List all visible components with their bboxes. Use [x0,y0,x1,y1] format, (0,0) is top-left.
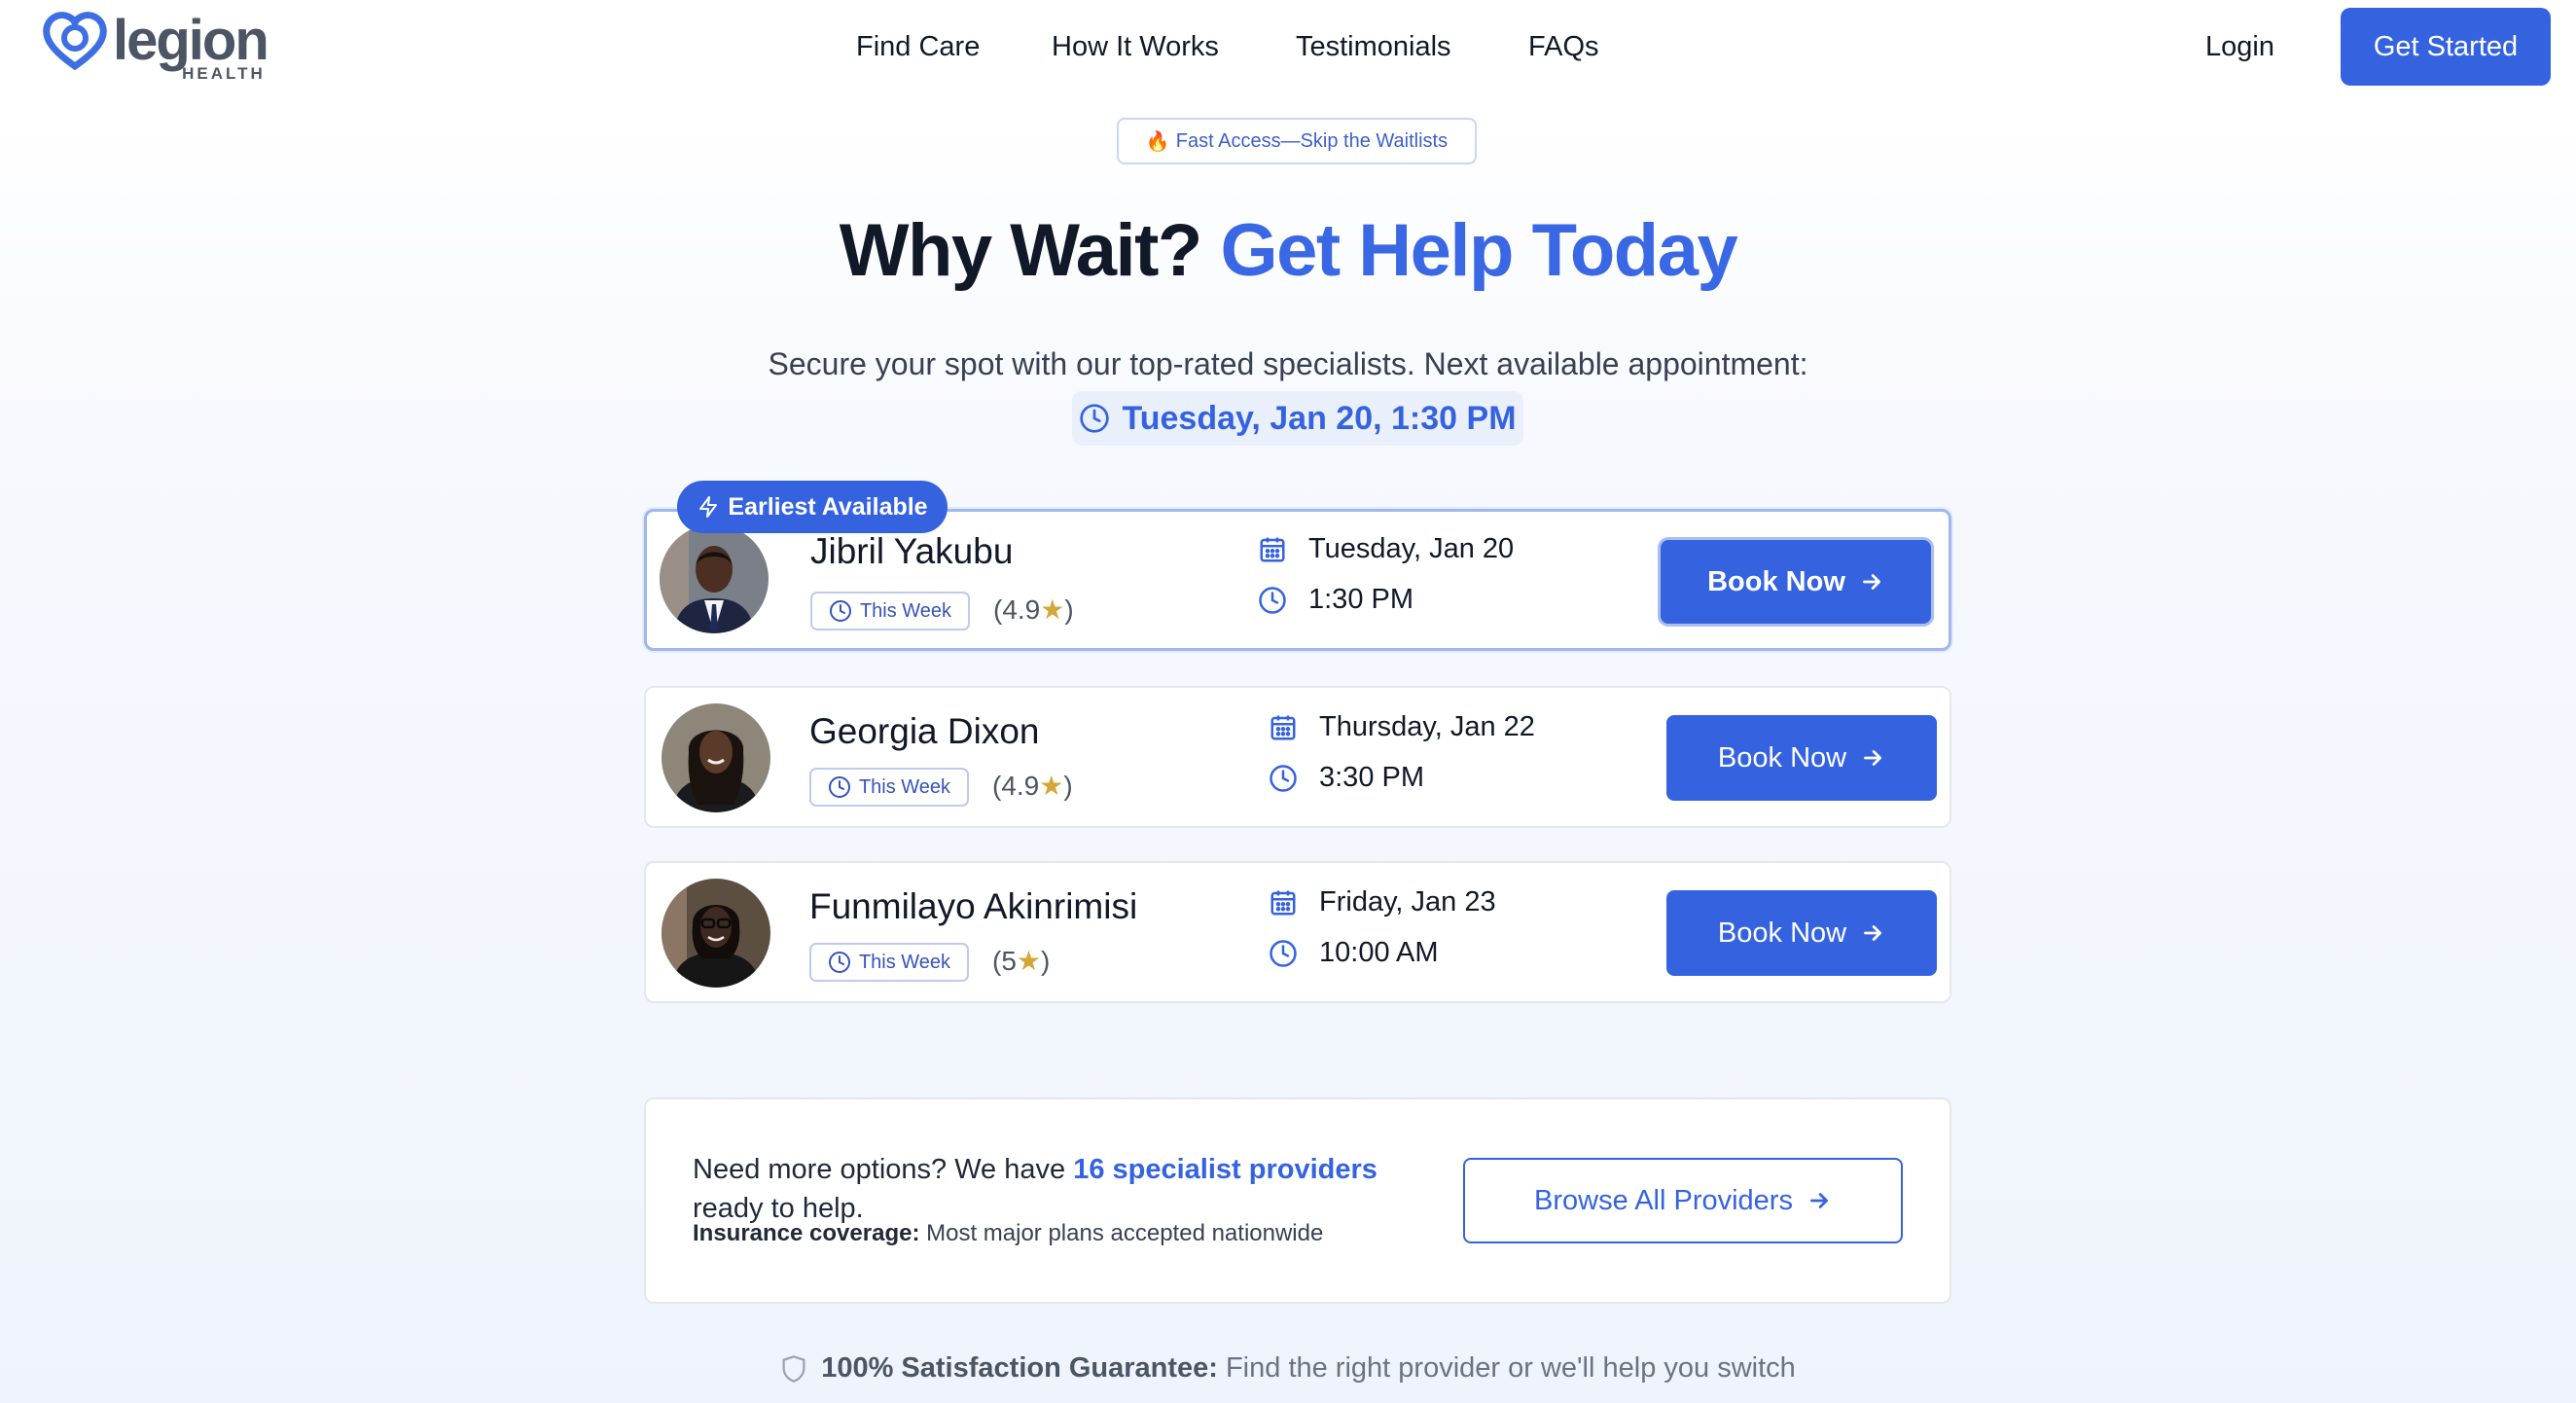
appointment-time: 3:30 PM [1269,762,1424,794]
clock-icon [1080,404,1110,433]
earliest-available-badge: Earliest Available [677,481,948,533]
book-now-label: Book Now [1707,565,1845,597]
headline-dark: Why Wait? [839,209,1221,292]
rating-value: (4.9 [993,594,1041,625]
rating-value: (4.9 [992,771,1040,801]
star-icon: ★ [1039,771,1064,801]
appointment-time-text: 10:00 AM [1319,937,1439,968]
star-icon: ★ [1016,946,1042,976]
provider-rating: (4.9★) [993,594,1074,626]
calendar-icon [1270,890,1296,915]
clock-icon [1270,764,1297,792]
book-now-button[interactable]: Book Now [1666,715,1937,801]
provider-avatar [662,703,770,812]
insurance-text: Most major plans accepted nationwide [919,1220,1324,1246]
arrow-right-icon [1810,1193,1828,1208]
appointment-time-text: 1:30 PM [1308,584,1413,615]
appointment-date-text: Tuesday, Jan 20 [1308,533,1515,564]
fast-access-pill: 🔥 Fast Access—Skip the Waitlists [1117,118,1477,164]
more-options-text: Need more options? We have 16 specialist… [693,1150,1432,1228]
headline-accent: Get Help Today [1220,209,1737,292]
shield-icon [782,1354,805,1383]
satisfaction-guarantee: 100% Satisfaction Guarantee: Find the ri… [0,1352,2576,1385]
insurance-label: Insurance coverage: [693,1220,920,1246]
book-now-button[interactable]: Book Now [1666,890,1937,976]
book-now-label: Book Now [1717,917,1847,949]
provider-count-link[interactable]: 16 specialist providers [1073,1154,1377,1185]
login-link[interactable]: Login [2205,31,2274,63]
provider-rating: (5★) [992,945,1050,977]
more-options-lead: Need more options? We have [693,1154,1074,1185]
provider-avatar [660,524,769,633]
rating-close: ) [1063,771,1073,801]
provider-card: Funmilayo Akinrimisi This Week (5★) Frid… [644,861,1951,1003]
fast-access-label: Fast Access—Skip the Waitlists [1175,129,1449,152]
lightning-icon [699,496,718,518]
provider-name: Georgia Dixon [809,711,1040,751]
earliest-available-label: Earliest Available [728,492,928,521]
this-week-label: This Week [858,951,951,973]
rating-close: ) [1064,594,1074,625]
rating-close: ) [1041,946,1051,976]
fire-icon: 🔥 [1145,130,1170,153]
main-nav: Find Care How It Works Testimonials FAQs… [0,0,2576,93]
provider-name: Funmilayo Akinrimisi [809,886,1138,926]
provider-name: Jibril Yakubu [810,531,1014,571]
arrow-right-icon [1864,925,1882,941]
rating-value: (5 [992,946,1017,976]
insurance-note: Insurance coverage: Most major plans acc… [693,1220,1323,1247]
this-week-tag: This Week [810,592,970,630]
book-now-label: Book Now [1717,741,1847,773]
provider-card: Georgia Dixon This Week (4.9★) Thursday,… [644,686,1951,828]
clock-icon [828,952,850,973]
appointment-date: Friday, Jan 23 [1269,886,1496,918]
nav-how-it-works[interactable]: How It Works [1052,31,1219,63]
this-week-tag: This Week [809,943,969,982]
this-week-tag: This Week [809,768,969,807]
calendar-icon [1270,715,1296,739]
more-options-panel: Need more options? We have 16 specialist… [644,1097,1951,1304]
page-title: Why Wait? Get Help Today [0,202,2576,300]
next-appointment-badge: Tuesday, Jan 20, 1:30 PM [1072,391,1523,446]
clock-icon [1270,939,1297,967]
clock-icon [1259,586,1286,614]
appointment-time: 1:30 PM [1258,584,1413,616]
browse-all-providers-label: Browse All Providers [1534,1184,1793,1216]
this-week-label: This Week [859,599,952,622]
nav-faqs[interactable]: FAQs [1528,31,1599,63]
next-appointment-text: Tuesday, Jan 20, 1:30 PM [1122,399,1517,437]
get-started-button[interactable]: Get Started [2341,8,2551,86]
star-icon: ★ [1040,594,1065,625]
nav-find-care[interactable]: Find Care [856,31,980,63]
appointment-date-text: Thursday, Jan 22 [1319,711,1535,742]
provider-avatar [662,879,770,988]
provider-rating: (4.9★) [992,770,1073,802]
arrow-right-icon [1862,574,1880,590]
arrow-right-icon [1864,750,1882,766]
book-now-button[interactable]: Book Now [1661,540,1931,624]
browse-all-providers-button[interactable]: Browse All Providers [1463,1158,1903,1243]
appointment-date: Thursday, Jan 22 [1269,711,1535,743]
this-week-label: This Week [858,775,951,798]
guarantee-text: Find the right provider or we'll help yo… [1225,1352,1796,1384]
appointment-date-text: Friday, Jan 23 [1319,886,1496,917]
nav-testimonials[interactable]: Testimonials [1296,31,1451,63]
calendar-icon [1260,537,1285,561]
appointment-time-text: 3:30 PM [1319,762,1424,793]
guarantee-label: 100% Satisfaction Guarantee: [821,1352,1218,1384]
hero-subtitle: Secure your spot with our top-rated spec… [768,346,1808,381]
clock-icon [828,776,850,798]
clock-icon [829,600,851,622]
appointment-date: Tuesday, Jan 20 [1258,533,1514,565]
appointment-time: 10:00 AM [1269,937,1439,969]
